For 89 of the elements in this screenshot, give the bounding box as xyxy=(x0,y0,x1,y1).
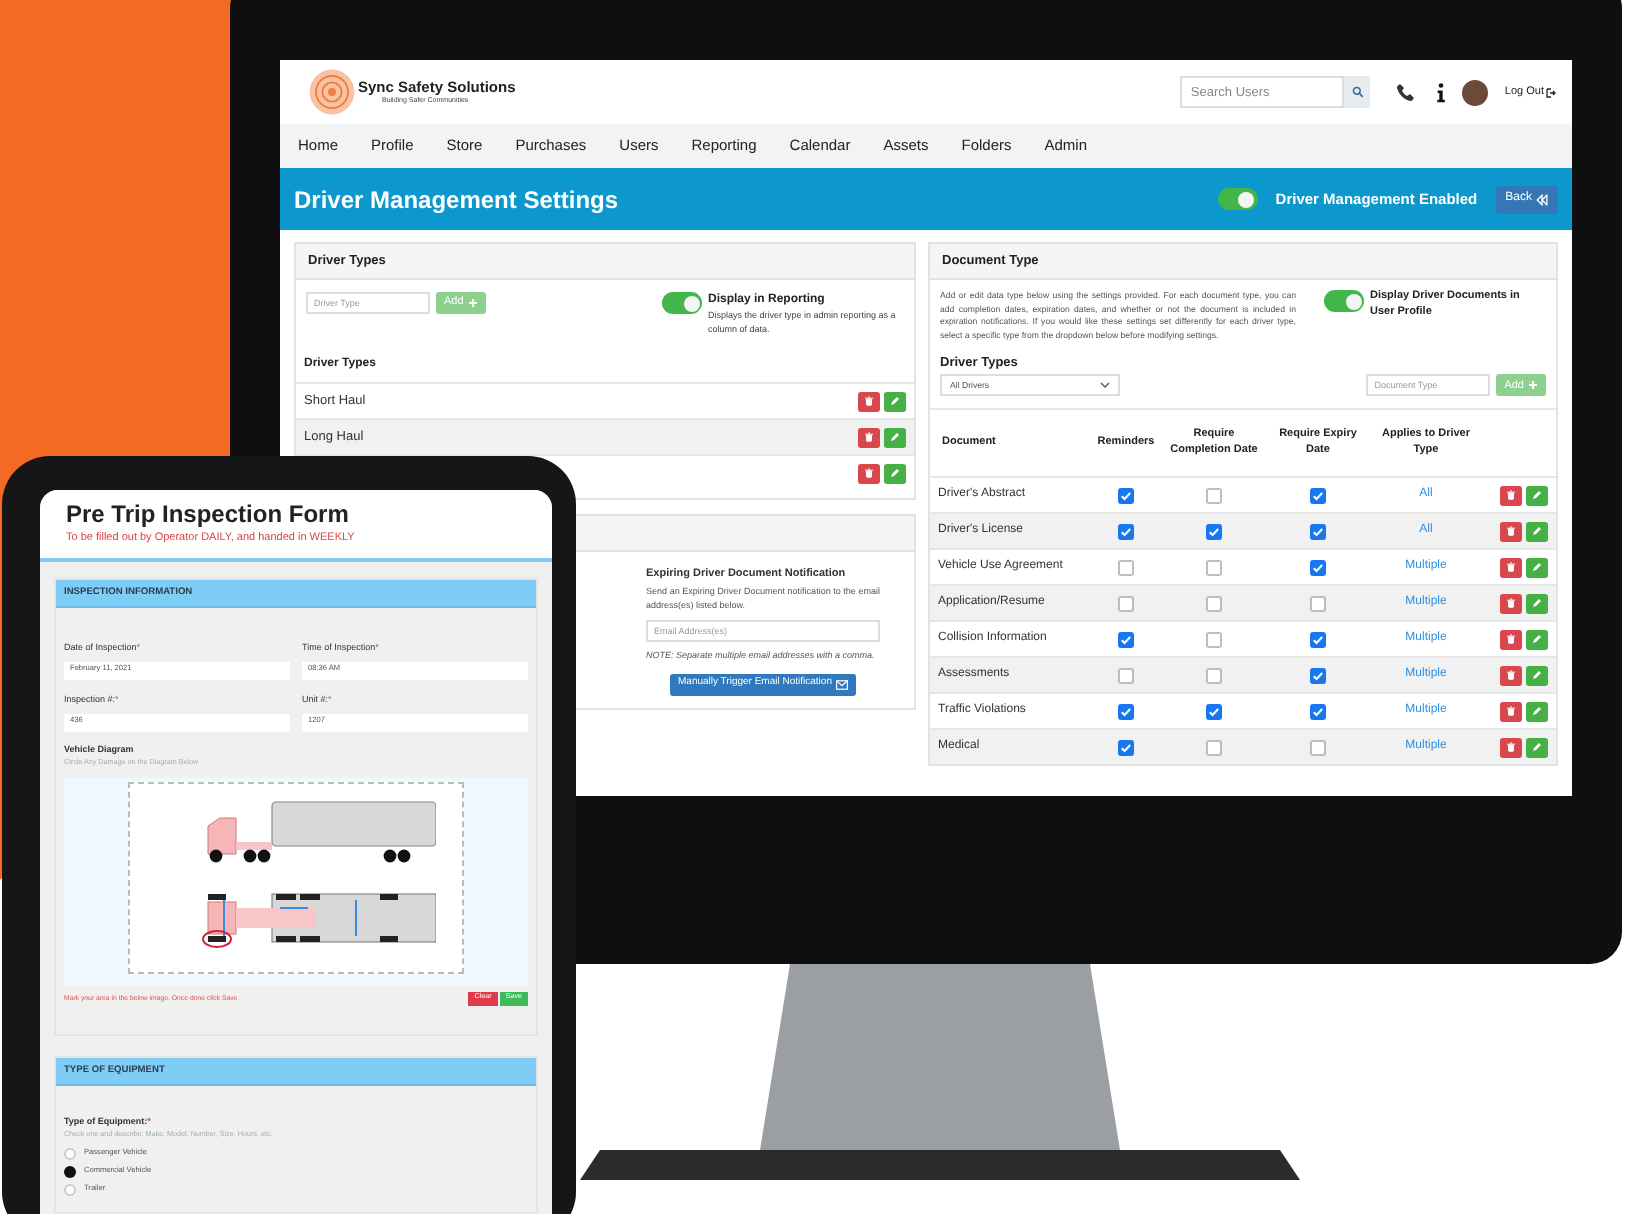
trash-icon xyxy=(1506,634,1516,645)
info-icon[interactable] xyxy=(1436,81,1447,103)
trash-icon xyxy=(1506,526,1516,537)
trash-icon xyxy=(1506,706,1516,717)
checkbox[interactable] xyxy=(1206,487,1222,504)
radio-button[interactable] xyxy=(64,1165,76,1178)
delete-button[interactable] xyxy=(1500,593,1522,614)
delete-button[interactable] xyxy=(858,427,880,448)
toggle-switch[interactable] xyxy=(662,292,702,314)
search-icon xyxy=(1351,86,1364,98)
trash-icon xyxy=(1506,670,1516,681)
checkbox[interactable] xyxy=(1118,631,1134,648)
edit-button[interactable] xyxy=(884,463,906,484)
trash-icon xyxy=(864,432,874,443)
edit-button[interactable] xyxy=(1526,665,1548,686)
phone-icon[interactable] xyxy=(1396,82,1417,102)
edit-button[interactable] xyxy=(1526,629,1548,650)
diagram-area[interactable] xyxy=(64,777,528,986)
delete-button[interactable] xyxy=(1500,737,1522,758)
toggle-switch[interactable] xyxy=(1217,188,1258,210)
checkbox[interactable] xyxy=(1206,739,1222,756)
trash-icon xyxy=(864,396,874,407)
checkbox[interactable] xyxy=(1310,631,1326,648)
pencil-icon xyxy=(890,468,900,479)
trash-icon xyxy=(1506,598,1516,609)
avatar[interactable] xyxy=(1462,79,1489,105)
pencil-icon xyxy=(1532,670,1542,681)
toggle-switch[interactable] xyxy=(1324,290,1364,312)
checkbox[interactable] xyxy=(1118,523,1134,540)
trash-icon xyxy=(864,468,874,479)
checkbox[interactable] xyxy=(1310,667,1326,684)
checkbox[interactable] xyxy=(1310,487,1326,504)
edit-button[interactable] xyxy=(884,427,906,448)
checkbox[interactable] xyxy=(1118,667,1134,684)
delete-button[interactable] xyxy=(1500,665,1522,686)
checkbox[interactable] xyxy=(1206,631,1222,648)
logout-icon xyxy=(1546,87,1556,97)
search-button[interactable] xyxy=(1344,76,1371,108)
checkbox[interactable] xyxy=(1118,559,1134,576)
edit-button[interactable] xyxy=(1526,737,1548,758)
checkbox[interactable] xyxy=(1310,739,1326,756)
envelope-icon xyxy=(835,679,848,690)
checkbox[interactable] xyxy=(1310,523,1326,540)
pencil-icon xyxy=(1532,742,1542,753)
checkbox[interactable] xyxy=(1118,739,1134,756)
pencil-icon xyxy=(1532,634,1542,645)
edit-button[interactable] xyxy=(1526,521,1548,542)
pencil-icon xyxy=(1532,706,1542,717)
checkbox[interactable] xyxy=(1118,595,1134,612)
checkbox[interactable] xyxy=(1310,703,1326,720)
trash-icon xyxy=(1506,490,1516,501)
checkbox[interactable] xyxy=(1206,523,1222,540)
checkbox[interactable] xyxy=(1118,703,1134,720)
radio-button[interactable] xyxy=(64,1183,76,1196)
delete-button[interactable] xyxy=(1500,557,1522,578)
edit-button[interactable] xyxy=(1526,557,1548,578)
pencil-icon xyxy=(1532,598,1542,609)
edit-button[interactable] xyxy=(1526,485,1548,506)
plus-icon xyxy=(1528,380,1538,391)
delete-button[interactable] xyxy=(1500,521,1522,542)
chevron-down-icon xyxy=(1100,382,1110,389)
edit-button[interactable] xyxy=(1526,701,1548,722)
checkbox[interactable] xyxy=(1310,559,1326,576)
trash-icon xyxy=(1506,562,1516,573)
logo-icon xyxy=(308,68,356,116)
pencil-icon xyxy=(890,396,900,407)
trash-icon xyxy=(1506,742,1516,753)
checkbox[interactable] xyxy=(1206,595,1222,612)
pencil-icon xyxy=(1532,562,1542,573)
checkbox[interactable] xyxy=(1206,667,1222,684)
page-title: Driver Management Settings xyxy=(294,183,619,217)
checkbox[interactable] xyxy=(1206,559,1222,576)
plus-icon xyxy=(467,298,478,308)
radio-button[interactable] xyxy=(64,1147,76,1160)
rewind-icon xyxy=(1536,193,1548,205)
delete-button[interactable] xyxy=(858,391,880,412)
edit-button[interactable] xyxy=(884,391,906,412)
delete-button[interactable] xyxy=(1500,629,1522,650)
pencil-icon xyxy=(890,432,900,443)
edit-button[interactable] xyxy=(1526,593,1548,614)
pencil-icon xyxy=(1532,526,1542,537)
pencil-icon xyxy=(1532,490,1542,501)
checkbox[interactable] xyxy=(1206,703,1222,720)
checkbox[interactable] xyxy=(1118,487,1134,504)
delete-button[interactable] xyxy=(858,463,880,484)
delete-button[interactable] xyxy=(1500,701,1522,722)
delete-button[interactable] xyxy=(1500,485,1522,506)
form-title: Pre Trip Inspection Form xyxy=(66,502,351,526)
checkbox[interactable] xyxy=(1310,595,1326,612)
